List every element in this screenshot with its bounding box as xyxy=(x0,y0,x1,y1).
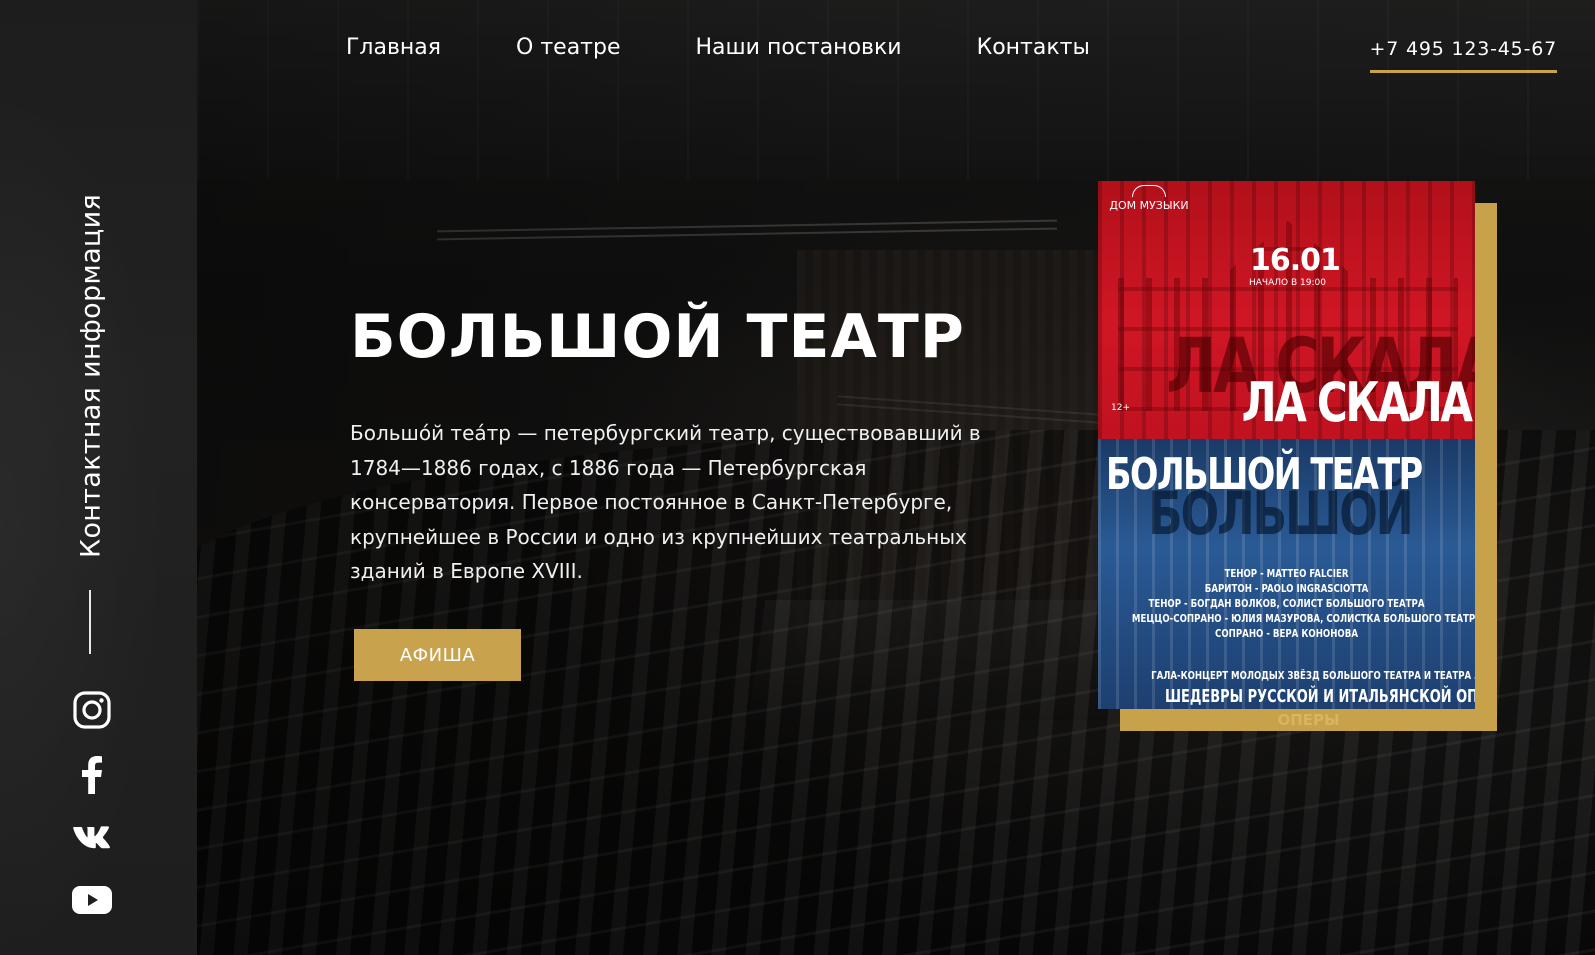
playbill-button[interactable]: АФИША xyxy=(354,629,521,681)
poster-gala-label: ГАЛА-КОНЦЕРТ МОЛОДЫХ ЗВЁЗД БОЛЬШОГО ТЕАТ… xyxy=(1151,669,1475,682)
poster-date: 16.01 xyxy=(1250,243,1341,278)
poster-subtitle-label: ШЕДЕВРЫ РУССКОЙ И ИТАЛЬЯНСКОЙ ОПЕРЫ xyxy=(1165,686,1475,707)
phone-number-link[interactable]: +7 495 123-45-67 xyxy=(1369,38,1557,73)
dome-icon xyxy=(1132,185,1166,197)
poster-cast-line: СОПРАНО - ВЕРА КОНОНОВА xyxy=(1215,628,1358,640)
vk-link[interactable] xyxy=(72,817,112,857)
hero-description: Большо́й теа́тр — петербургский театр, с… xyxy=(350,421,981,583)
instagram-icon xyxy=(73,691,111,729)
poster-cast-line: МЕЦЦО-СОПРАНО - ЮЛИЯ МАЗУРОВА, СОЛИСТКА … xyxy=(1131,613,1475,625)
nav-contacts[interactable]: Контакты xyxy=(977,35,1090,60)
event-poster[interactable]: ДОМ МУЗЫКИ 16.01 НАЧАЛО В 19:00 ЛА СКАЛА… xyxy=(1098,181,1475,709)
sidebar: Контактная информация xyxy=(0,0,197,955)
nav-home[interactable]: Главная xyxy=(346,35,441,60)
instagram-link[interactable] xyxy=(72,690,112,730)
poster-title-la-scala: ЛА СКАЛА xyxy=(1241,371,1473,434)
poster-title-bolshoi: БОЛЬШОЙ ТЕАТР xyxy=(1106,449,1423,500)
poster-logo: ДОМ МУЗЫКИ xyxy=(1104,185,1194,211)
facebook-icon xyxy=(82,756,102,794)
youtube-icon xyxy=(72,886,112,914)
youtube-link[interactable] xyxy=(72,880,112,920)
poster-cast-line: ТЕНОР - MATTEO FALCIER xyxy=(1224,568,1349,580)
contact-info-label: Контактная информация xyxy=(75,194,107,558)
poster-subtitle: ШЕДЕВРЫ РУССКОЙ И ИТАЛЬЯНСКОЙ ОПЕРЫ xyxy=(1098,686,1475,707)
poster-time: НАЧАЛО В 19:00 xyxy=(1249,278,1326,288)
poster-cast-line: БАРИТОН - PAOLO INGRASCIOTTA xyxy=(1204,583,1369,595)
nav-about[interactable]: О театре xyxy=(516,35,620,60)
poster-logo-text: ДОМ МУЗЫКИ xyxy=(1109,199,1189,212)
nav-productions[interactable]: Наши постановки xyxy=(696,35,902,60)
page-title: БОЛЬШОЙ ТЕАТР xyxy=(350,302,965,372)
sidebar-divider xyxy=(89,590,91,654)
poster-cast-line: ТЕНОР - БОГДАН ВОЛКОВ, СОЛИСТ БОЛЬШОГО Т… xyxy=(1148,598,1425,610)
vk-icon xyxy=(73,826,110,849)
poster-gala-text: ГАЛА-КОНЦЕРТ МОЛОДЫХ ЗВЁЗД БОЛЬШОГО ТЕАТ… xyxy=(1098,669,1475,682)
facebook-link[interactable] xyxy=(72,755,112,795)
main-nav: Главная О театре Наши постановки Контакт… xyxy=(346,35,1090,60)
poster-cast-list: ТЕНОР - MATTEO FALCIER БАРИТОН - PAOLO I… xyxy=(1098,567,1475,642)
poster-age-rating: 12+ xyxy=(1111,403,1130,413)
